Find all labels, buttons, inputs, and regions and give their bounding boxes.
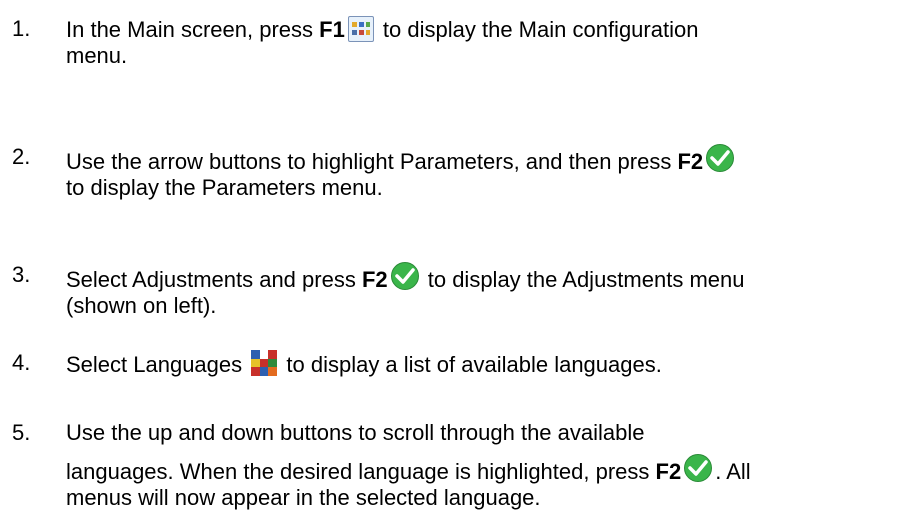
main-config-icon [347, 16, 374, 42]
key-label: F2 [361, 267, 388, 292]
step-text-part: languages. When the desired language is … [66, 459, 656, 484]
step-text-line: to display the Parameters menu. [66, 175, 383, 200]
step-text-line: menus will now appear in the selected la… [66, 485, 541, 510]
step-number: 2. [12, 144, 31, 169]
step-text: Select Adjustments and press F2 to displ… [66, 262, 894, 319]
step-number: 5. [12, 420, 31, 445]
step-text-part: to display the Adjustments menu [421, 267, 745, 292]
green-check-icon [684, 454, 713, 482]
languages-icon [251, 350, 278, 376]
step-text: Use the arrow buttons to highlight Param… [66, 144, 894, 201]
green-check-icon [706, 144, 735, 172]
step-text: Select Languages to display a list of av… [66, 350, 894, 378]
step-text-part: . All [715, 459, 751, 484]
step-number: 1. [12, 16, 31, 41]
key-label: F2 [655, 459, 682, 484]
step-number: 4. [12, 350, 31, 375]
step-text: In the Main screen, press F1 to display … [66, 16, 894, 69]
step-number: 3. [12, 262, 31, 287]
key-label: F2 [677, 149, 704, 174]
step-text-part: to display a list of available languages… [280, 352, 662, 377]
step-text-part: In the Main screen, press [66, 17, 320, 42]
green-check-icon [390, 262, 419, 290]
step-text-part: to display the Main configuration [376, 17, 699, 42]
step-text: Use the up and down buttons to scroll th… [66, 420, 894, 511]
key-label: F1 [319, 17, 345, 42]
step-text-line: menu. [66, 43, 128, 68]
step-text-part: Select Languages [66, 352, 249, 377]
step-text-line: Use the up and down buttons to scroll th… [66, 420, 645, 445]
step-text-part: Use the arrow buttons to highlight Param… [66, 149, 678, 174]
step-text-part: Select Adjustments and press [66, 267, 362, 292]
step-text-line: (shown on left). [66, 293, 217, 318]
